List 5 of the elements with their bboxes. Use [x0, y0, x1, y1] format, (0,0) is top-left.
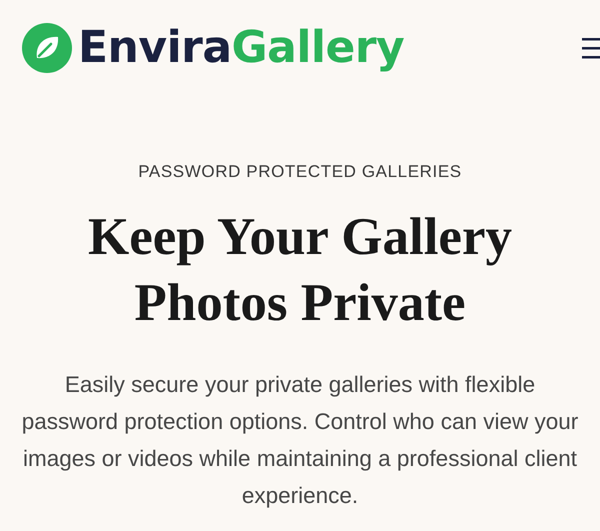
brand-name: EnviraGallery	[78, 26, 404, 70]
leaf-logo-icon	[22, 23, 72, 73]
section-eyebrow: PASSWORD PROTECTED GALLERIES	[138, 162, 462, 182]
hero-title: Keep Your Gallery Photos Private	[87, 207, 513, 334]
hero-description: Easily secure your private galleries with flexible password protection options. Control who can view your images or videos while maintaining a professional client experience.	[20, 371, 580, 510]
